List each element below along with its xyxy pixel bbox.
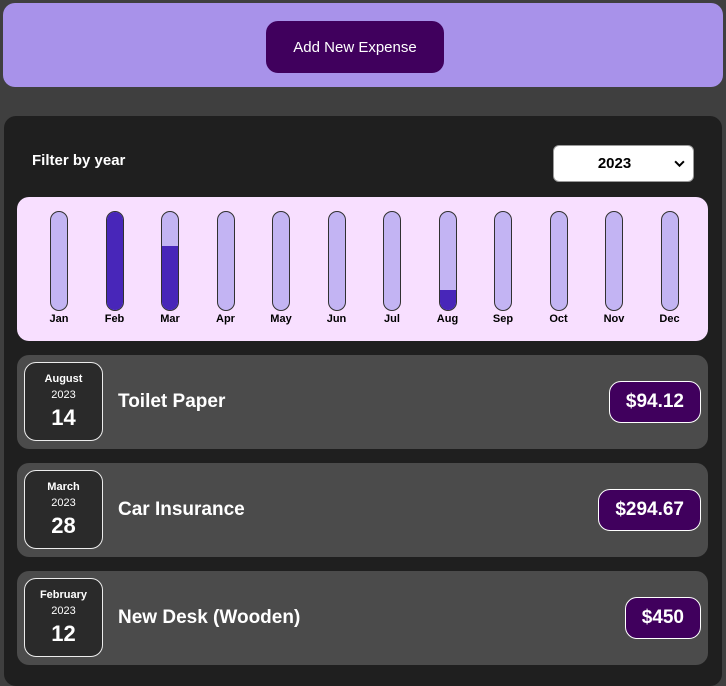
chart-bar-track <box>50 211 68 311</box>
chart-bar-jun: Jun <box>309 197 365 341</box>
chart-bar-may: May <box>253 197 309 341</box>
expenses-chart: Jan Feb Mar Apr May Jun Jul Aug Sep Oct Nov Dec <box>17 197 708 341</box>
expense-title: Car Insurance <box>118 499 245 520</box>
chart-bar-track <box>105 211 124 311</box>
expense-title: Toilet Paper <box>118 391 226 412</box>
expense-date-day: 28 <box>51 513 76 538</box>
expense-date-month: March <box>47 481 80 493</box>
chart-bar-label: Jan <box>49 313 69 325</box>
chart-bar-apr: Apr <box>198 197 254 341</box>
chart-bar-track <box>549 211 568 311</box>
chart-bar-fill <box>439 289 456 310</box>
chart-bar-track <box>605 211 623 311</box>
chart-bar-track <box>216 211 235 311</box>
chart-bar-track <box>383 211 401 311</box>
chart-bar-label: Feb <box>104 313 125 325</box>
chart-bar-sep: Sep <box>475 197 531 341</box>
new-expense-panel: Add New Expense <box>3 3 723 87</box>
chart-bar-fill <box>106 212 123 310</box>
chart-bar-label: Sep <box>492 313 514 325</box>
chart-bar-label: Mar <box>160 313 180 325</box>
chart-bar-label: Apr <box>216 313 235 325</box>
chart-bar-label: Nov <box>603 313 625 325</box>
chart-bar-label: Aug <box>436 313 459 325</box>
chart-bar-label: Jun <box>326 313 347 325</box>
chart-bar-fill <box>162 245 178 310</box>
expense-price: $450 <box>624 597 701 639</box>
expense-date: August 2023 14 <box>24 362 103 441</box>
chart-bar-nov: Nov <box>586 197 642 341</box>
chart-bar-track <box>161 211 179 311</box>
chart-bar-jan: Jan <box>31 197 87 341</box>
expense-title: New Desk (Wooden) <box>118 607 301 628</box>
expense-date-month: February <box>39 589 88 601</box>
chart-bar-feb: Feb <box>87 197 143 341</box>
chart-bar-track <box>438 211 457 311</box>
chart-bar-track <box>327 211 346 311</box>
expenses-panel: Filter by year 2023 Jan Feb Mar Apr May Jun Ju… <box>4 116 722 686</box>
chart-bar-label: Jul <box>384 313 400 325</box>
filter-label: Filter by year <box>32 152 126 169</box>
expense-date: March 2023 28 <box>24 470 103 549</box>
chart-bar-track <box>494 211 512 311</box>
year-select-value: 2023 <box>597 155 632 172</box>
chart-bar-label: Oct <box>549 313 568 325</box>
chart-bar-label: Dec <box>659 313 680 325</box>
expense-date: February 2023 12 <box>24 578 103 657</box>
chart-bar-oct: Oct <box>531 197 587 341</box>
chart-bar-track <box>660 211 679 311</box>
chevron-down-icon <box>674 160 685 168</box>
expense-item: February 2023 12 New Desk (Wooden) $450 <box>17 571 708 665</box>
expense-item: August 2023 14 Toilet Paper $94.12 <box>17 355 708 449</box>
expense-item: March 2023 28 Car Insurance $294.67 <box>17 463 708 557</box>
chart-bar-aug: Aug <box>420 197 476 341</box>
expense-price: $294.67 <box>598 489 701 531</box>
chart-bar-track <box>272 211 290 311</box>
expense-date-month: August <box>44 373 83 385</box>
expense-date-day: 14 <box>51 405 76 430</box>
chart-bar-label: May <box>270 313 292 325</box>
chart-bar-mar: Mar <box>142 197 198 341</box>
expense-date-year: 2023 <box>51 605 76 617</box>
year-select[interactable]: 2023 <box>553 145 694 182</box>
expense-date-day: 12 <box>51 621 76 646</box>
expense-date-year: 2023 <box>51 389 76 401</box>
expense-price: $94.12 <box>608 381 701 423</box>
chart-bar-dec: Dec <box>642 197 698 341</box>
chart-bar-jul: Jul <box>364 197 420 341</box>
add-new-expense-button[interactable]: Add New Expense <box>266 21 444 73</box>
expense-date-year: 2023 <box>51 497 76 509</box>
